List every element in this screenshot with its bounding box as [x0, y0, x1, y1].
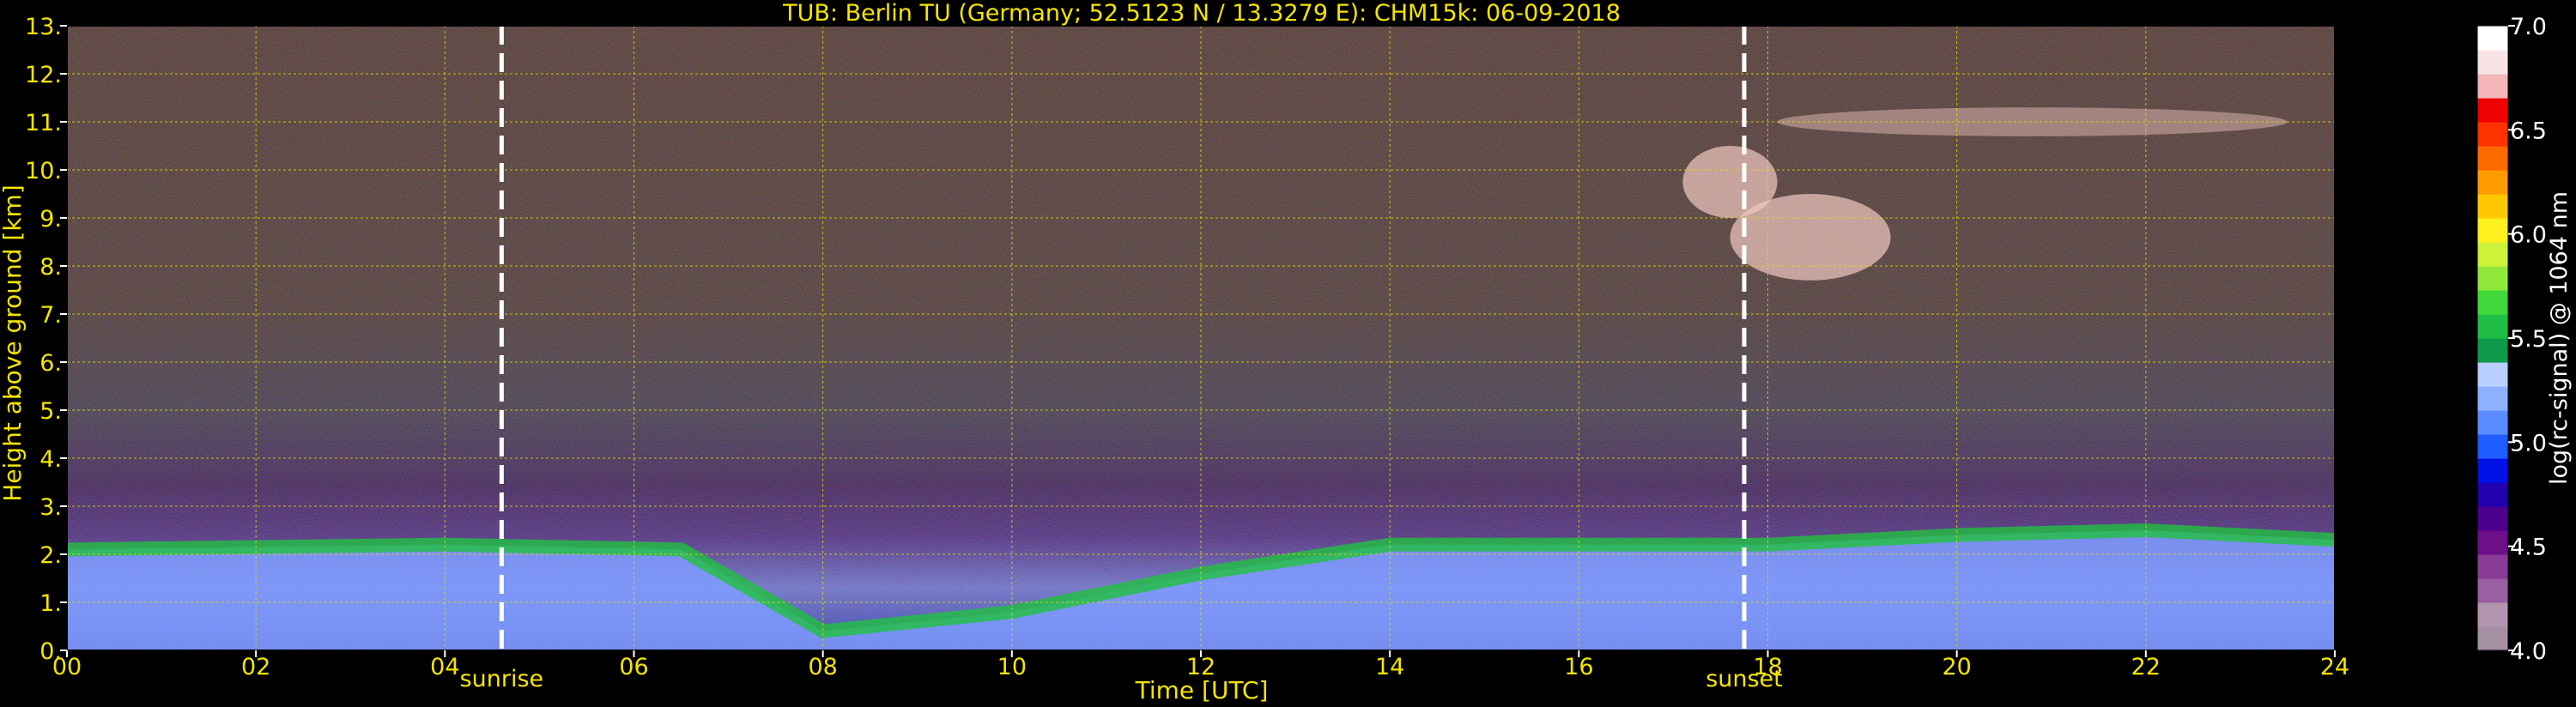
colorbar-segment: [2477, 194, 2508, 219]
cloud-2: [1730, 194, 1891, 281]
colorbar-segment: [2477, 74, 2508, 99]
y-tick-label: 12.: [25, 62, 62, 88]
colorbar-segment: [2477, 26, 2508, 51]
colorbar-segment: [2477, 338, 2508, 363]
x-tick-label: 14: [1375, 654, 1404, 680]
y-tick-label: 13.: [25, 14, 62, 40]
colorbar-ticks: 4.0 4.5 5.0 5.5 6.0 6.5 7.0: [2508, 14, 2547, 665]
y-tick-label: 6.: [39, 350, 62, 377]
colorbar-label: log(rc-signal) @ 1064 nm: [2546, 191, 2573, 485]
colorbar-segment: [2477, 98, 2508, 123]
y-tick-label: 10.: [25, 158, 62, 184]
y-tick-label: 0.: [39, 638, 62, 665]
x-tick-label: 06: [619, 654, 648, 680]
colorbar-segment: [2477, 626, 2508, 651]
colorbar-segment: [2477, 530, 2508, 555]
x-tick-label: 08: [808, 654, 837, 680]
colorbar-segment: [2477, 122, 2508, 147]
y-axis-ticks: 0. 1. 2. 3. 4. 5. 6. 7. 8. 9. 10. 11. 12. 13.: [25, 14, 67, 665]
colorbar-segment: [2477, 266, 2508, 291]
chart-title: TUB: Berlin TU (Germany; 52.5123 N / 13.…: [782, 0, 1621, 27]
colorbar-segment: [2477, 434, 2508, 459]
x-tick-label: 04: [430, 654, 459, 680]
colorbar: [2477, 26, 2508, 651]
y-tick-label: 4.: [39, 446, 62, 473]
x-tick-label: 22: [2131, 654, 2161, 680]
colorbar-segment: [2477, 386, 2508, 411]
colorbar-segment: [2477, 410, 2508, 435]
colorbar-segment: [2477, 458, 2508, 483]
x-axis-label: Time [UTC]: [1135, 676, 1269, 704]
y-tick-label: 7.: [39, 302, 62, 329]
colorbar-segment: [2477, 170, 2508, 195]
x-tick-label: 18: [1753, 654, 1782, 680]
y-tick-label: 5.: [39, 398, 62, 425]
x-tick-label: 02: [241, 654, 270, 680]
colorbar-segment: [2477, 290, 2508, 315]
colorbar-segment: [2477, 506, 2508, 531]
colorbar-tick-label: 7.0: [2510, 14, 2547, 40]
y-tick-label: 8.: [39, 254, 62, 281]
y-axis-label: Height above ground [km]: [0, 184, 27, 502]
colorbar-segment: [2477, 50, 2508, 75]
colorbar-segment: [2477, 242, 2508, 267]
colorbar-tick-label: 6.0: [2510, 222, 2547, 249]
colorbar-tick-label: 5.5: [2510, 326, 2547, 353]
y-tick-label: 11.: [25, 110, 62, 136]
y-tick-label: 3.: [39, 494, 62, 521]
y-tick-label: 9.: [39, 206, 62, 233]
colorbar-segment: [2477, 314, 2508, 339]
x-tick-label: 20: [1942, 654, 1971, 680]
colorbar-segment: [2477, 602, 2508, 627]
y-tick-label: 1.: [39, 590, 62, 617]
colorbar-segment: [2477, 218, 2508, 243]
colorbar-segment: [2477, 578, 2508, 603]
colorbar-tick-label: 5.0: [2510, 430, 2547, 456]
colorbar-segment: [2477, 554, 2508, 579]
lidar-chart: sunrise sunset 00 02 04 06 08 10 12 14 16 18 20 22 24…: [0, 0, 2573, 704]
colorbar-segment: [2477, 482, 2508, 507]
x-tick-label: 24: [2320, 654, 2349, 680]
x-tick-label: 10: [997, 654, 1027, 680]
x-tick-label: 16: [1564, 654, 1593, 680]
y-tick-label: 2.: [39, 542, 62, 569]
colorbar-tick-label: 4.0: [2510, 638, 2547, 665]
colorbar-segment: [2477, 362, 2508, 387]
colorbar-tick-label: 4.5: [2510, 535, 2547, 561]
sunrise-label: sunrise: [460, 666, 544, 692]
colorbar-segment: [2477, 146, 2508, 171]
colorbar-tick-label: 6.5: [2510, 118, 2547, 144]
